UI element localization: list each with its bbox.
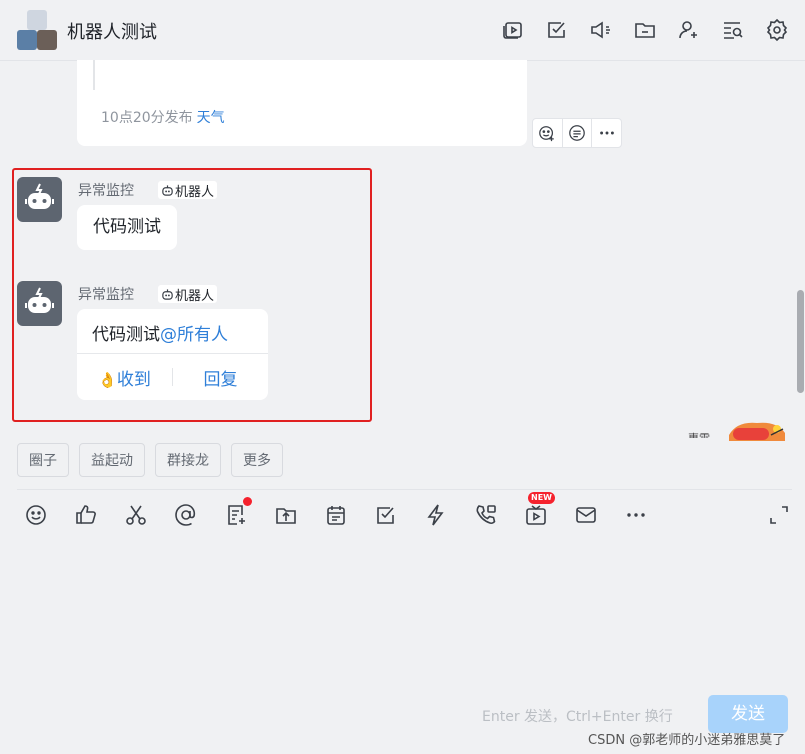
announcement-icon[interactable] [589, 18, 613, 42]
header-toolbar [501, 18, 789, 42]
chip-circle[interactable]: 圈子 [17, 443, 69, 477]
mention-all[interactable]: @所有人 [160, 325, 228, 345]
ok-hand-icon: 👌 [98, 370, 117, 389]
expand-icon[interactable] [768, 504, 790, 526]
message-sender: 异常监控 机器人 [78, 180, 218, 200]
member-avatar [27, 10, 47, 30]
bot-tag-label: 机器人 [175, 288, 215, 304]
upload-icon[interactable] [274, 503, 298, 527]
composer-toolbar: NEW [24, 492, 648, 527]
watermark: CSDN @郭老师的小迷弟雅思莫了 [588, 733, 786, 748]
task-check-icon[interactable] [545, 18, 569, 42]
bot-tag: 机器人 [158, 285, 218, 304]
message-bubble[interactable]: 代码测试 [77, 205, 177, 250]
sticker-image[interactable] [727, 419, 787, 441]
toolbar-divider [17, 489, 792, 490]
thumbs-up-icon[interactable] [74, 503, 98, 527]
add-reaction-icon[interactable] [533, 119, 563, 147]
add-member-icon[interactable] [677, 18, 701, 42]
task-icon[interactable] [374, 503, 398, 527]
notification-dot [243, 497, 252, 506]
at-icon[interactable] [174, 503, 198, 527]
sender-name[interactable]: 异常监控 [78, 284, 134, 304]
reply-button[interactable]: 回复 [173, 365, 268, 390]
quote-bar [93, 60, 95, 90]
sender-name[interactable]: 异常监控 [78, 180, 134, 200]
message-actions [532, 118, 622, 148]
card-actions: 👌收到 回复 [77, 354, 268, 400]
sticker-sender-name: 惠雯 [688, 430, 710, 438]
interactive-message-card: 代码测试@所有人 👌收到 回复 [77, 309, 268, 400]
group-avatar[interactable] [17, 10, 57, 50]
bot-avatar[interactable] [17, 281, 62, 326]
video-meeting-icon[interactable] [501, 18, 525, 42]
chip-group-relay[interactable]: 群接龙 [155, 443, 221, 477]
robot-icon [162, 288, 173, 300]
ack-label: 收到 [116, 369, 151, 390]
chip-charity[interactable]: 益起动 [79, 443, 145, 477]
call-icon[interactable] [474, 503, 498, 527]
chip-more[interactable]: 更多 [231, 443, 283, 477]
mail-icon[interactable] [574, 503, 598, 527]
new-badge: NEW [528, 492, 555, 504]
doc-icon[interactable] [224, 497, 252, 527]
emoji-icon[interactable] [24, 503, 48, 527]
lightning-icon[interactable] [424, 503, 448, 527]
scissors-icon[interactable] [124, 503, 148, 527]
robot-icon [162, 184, 173, 196]
chat-header: 机器人测试 [0, 0, 805, 61]
publish-time: 10点20分发布 [101, 110, 193, 126]
previous-message-card[interactable]: 10点20分发布 天气 [77, 60, 527, 146]
send-button[interactable]: 发送 [708, 695, 788, 733]
calendar-icon[interactable] [324, 503, 348, 527]
live-icon[interactable]: NEW [524, 492, 555, 527]
scrollbar[interactable] [797, 290, 804, 393]
member-avatar [17, 30, 37, 50]
message-text[interactable]: 代码测试@所有人 [92, 320, 228, 345]
send-hint: Enter 发送，Ctrl+Enter 换行 [482, 709, 673, 725]
more-icon[interactable] [592, 119, 621, 147]
weather-link[interactable]: 天气 [197, 110, 225, 126]
message-body: 代码测试 [92, 325, 160, 345]
quick-chips: 圈子 益起动 群接龙 更多 [17, 443, 283, 477]
reply-icon[interactable] [563, 119, 593, 147]
bot-avatar[interactable] [17, 177, 62, 222]
bot-tag-label: 机器人 [175, 184, 215, 200]
folder-icon[interactable] [633, 18, 657, 42]
message-sender: 异常监控 机器人 [78, 284, 218, 304]
settings-icon[interactable] [765, 18, 789, 42]
member-avatar [37, 30, 57, 50]
ack-button[interactable]: 👌收到 [77, 365, 172, 390]
publish-meta: 10点20分发布 天气 [101, 107, 225, 127]
search-history-icon[interactable] [721, 18, 745, 42]
more-icon[interactable] [624, 503, 648, 527]
bot-tag: 机器人 [158, 181, 218, 200]
chat-title[interactable]: 机器人测试 [67, 18, 157, 44]
